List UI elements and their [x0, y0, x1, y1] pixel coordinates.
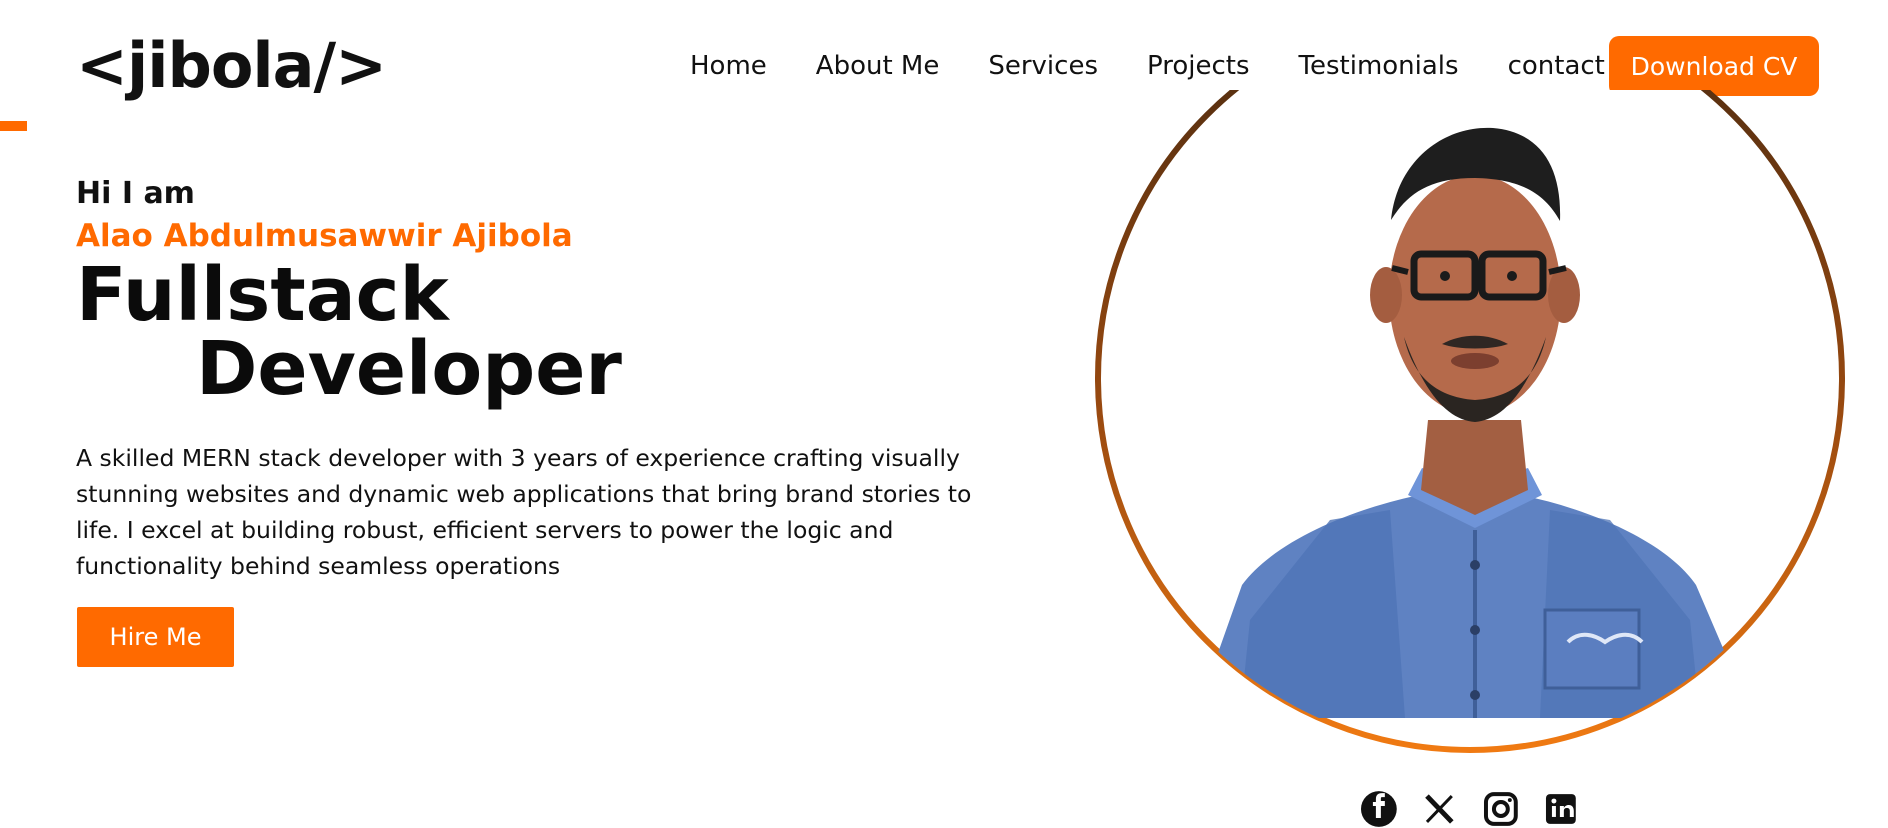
nav-about-me[interactable]: About Me	[816, 46, 940, 86]
bio-text: A skilled MERN stack developer with 3 ye…	[76, 444, 972, 580]
greeting-text: Hi I am	[76, 176, 195, 211]
x-icon[interactable]	[1421, 790, 1459, 828]
portrait-image	[1095, 90, 1845, 753]
facebook-icon[interactable]	[1360, 790, 1398, 828]
download-cv-button[interactable]: Download CV	[1609, 36, 1819, 96]
nav-contact[interactable]: contact	[1508, 46, 1605, 86]
nav-projects[interactable]: Projects	[1147, 46, 1250, 86]
hire-me-button[interactable]: Hire Me	[77, 607, 234, 667]
nav-services[interactable]: Services	[988, 46, 1098, 86]
main-nav: Home About Me Services Projects Testimon…	[690, 46, 1654, 86]
instagram-icon[interactable]	[1482, 790, 1520, 828]
logo[interactable]: <jibola/>	[76, 26, 387, 106]
linkedin-icon[interactable]	[1542, 790, 1580, 828]
title-line-2: Developer	[196, 326, 622, 412]
developer-name: Alao Abdulmusawwir Ajibola	[76, 218, 573, 254]
accent-line	[0, 121, 27, 131]
nav-home[interactable]: Home	[690, 46, 767, 86]
nav-testimonials[interactable]: Testimonials	[1299, 46, 1459, 86]
social-links	[1360, 790, 1580, 827]
